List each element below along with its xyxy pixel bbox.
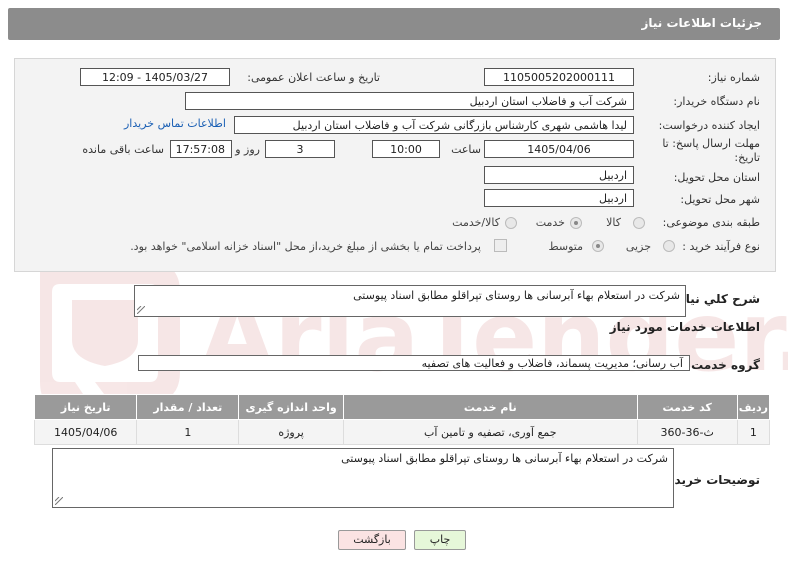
page-title: جزئیات اطلاعات نیاز	[641, 16, 762, 30]
process-radio-medium[interactable]	[592, 240, 604, 252]
service-group-label: گروه خدمت:	[686, 358, 760, 372]
services-section-title: اطلاعات خدمات مورد نیاز	[609, 320, 760, 334]
summary-text: شرکت در استعلام بهاء آبرسانی ها روستای ت…	[353, 289, 680, 302]
need-number-field[interactable]: 1105005202000111	[484, 68, 634, 86]
col-service-code: کد خدمت	[636, 394, 738, 420]
category-radio-goods[interactable]	[633, 217, 645, 229]
process-radio-minor[interactable]	[663, 240, 675, 252]
process-option-minor: جزیی	[625, 240, 651, 253]
cell-service-code: ث-36-360	[636, 419, 738, 445]
table-header-row: ردیف کد خدمت نام خدمت واحد اندازه گیری ت…	[33, 394, 771, 420]
back-button[interactable]: بازگشت	[338, 530, 406, 550]
category-radio-service[interactable]	[570, 217, 582, 229]
announce-date-field[interactable]: 1405/03/27 - 12:09	[80, 68, 230, 86]
remaining-time-label: ساعت باقی مانده	[82, 143, 164, 156]
deadline-label-date: تاریخ:	[734, 151, 760, 164]
deadline-time-label: ساعت	[451, 143, 481, 156]
resize-handle-icon[interactable]	[137, 306, 145, 314]
need-number-label: شماره نیاز:	[707, 71, 760, 84]
service-group-field[interactable]: آب رسانی؛ مدیریت پسماند، فاضلاب و فعالیت…	[138, 355, 690, 371]
days-remaining-field[interactable]: 3	[265, 140, 335, 158]
city-label: شهر محل تحویل:	[680, 193, 760, 206]
province-label: استان محل تحویل:	[673, 171, 760, 184]
col-service-name: نام خدمت	[343, 394, 638, 420]
print-button[interactable]: چاپ	[414, 530, 466, 550]
treasury-payment-note: پرداخت تمام یا بخشی از مبلغ خرید،از محل …	[130, 240, 481, 253]
creator-field[interactable]: لیدا هاشمی شهری کارشناس بازرگانی شرکت آب…	[234, 116, 634, 134]
buyer-contact-link[interactable]: اطلاعات تماس خریدار	[124, 117, 226, 130]
cell-service-name: جمع آوری، تصفیه و تامین آب	[343, 419, 638, 445]
buyer-notes-textarea[interactable]: شرکت در استعلام بهاء آبرسانی ها روستای ت…	[52, 448, 674, 508]
category-radio-goods-service[interactable]	[505, 217, 517, 229]
buyer-org-label: نام دستگاه خریدار:	[673, 95, 760, 108]
buyer-notes-text: شرکت در استعلام بهاء آبرسانی ها روستای ت…	[341, 452, 668, 465]
col-unit: واحد اندازه گیری	[238, 394, 344, 420]
resize-handle-icon[interactable]	[55, 497, 63, 505]
cell-row-number: 1	[736, 419, 771, 445]
category-option-goods: کالا	[606, 216, 621, 229]
announce-date-label: تاریخ و ساعت اعلان عمومی:	[247, 71, 380, 84]
col-row-number: ردیف	[736, 394, 771, 420]
summary-label: شرح کلي نياز:	[674, 292, 760, 306]
deadline-time-field[interactable]: 10:00	[372, 140, 440, 158]
creator-label: ایجاد کننده درخواست:	[658, 119, 760, 132]
city-field[interactable]: اردبیل	[484, 189, 634, 207]
process-type-label: نوع فرآیند خرید :	[682, 240, 760, 253]
summary-textarea[interactable]: شرکت در استعلام بهاء آبرسانی ها روستای ت…	[134, 285, 686, 317]
col-need-date: تاریخ نیاز	[33, 394, 138, 420]
cell-quantity: 1	[136, 419, 240, 445]
province-field[interactable]: اردبیل	[484, 166, 634, 184]
process-option-medium: متوسط	[548, 240, 583, 253]
col-quantity: تعداد / مقدار	[136, 394, 240, 420]
category-option-service: خدمت	[535, 216, 565, 229]
services-table: ردیف کد خدمت نام خدمت واحد اندازه گیری ت…	[33, 394, 771, 445]
cell-need-date: 1405/04/06	[33, 419, 138, 445]
category-option-goods-service: کالا/خدمت	[452, 216, 500, 229]
days-label: روز و	[235, 143, 260, 156]
table-row[interactable]: 1 ث-36-360 جمع آوری، تصفیه و تامین آب پر…	[33, 419, 771, 445]
cell-unit: پروژه	[238, 419, 344, 445]
category-label: طبقه بندی موضوعی:	[662, 216, 760, 229]
treasury-payment-checkbox[interactable]	[494, 239, 507, 252]
remaining-time-field[interactable]: 17:57:08	[170, 140, 232, 158]
page-header: جزئیات اطلاعات نیاز	[8, 8, 780, 40]
deadline-date-field[interactable]: 1405/04/06	[484, 140, 634, 158]
deadline-label: مهلت ارسال پاسخ: تا	[662, 137, 760, 150]
buyer-org-field[interactable]: شرکت آب و فاضلاب استان اردبیل	[185, 92, 634, 110]
